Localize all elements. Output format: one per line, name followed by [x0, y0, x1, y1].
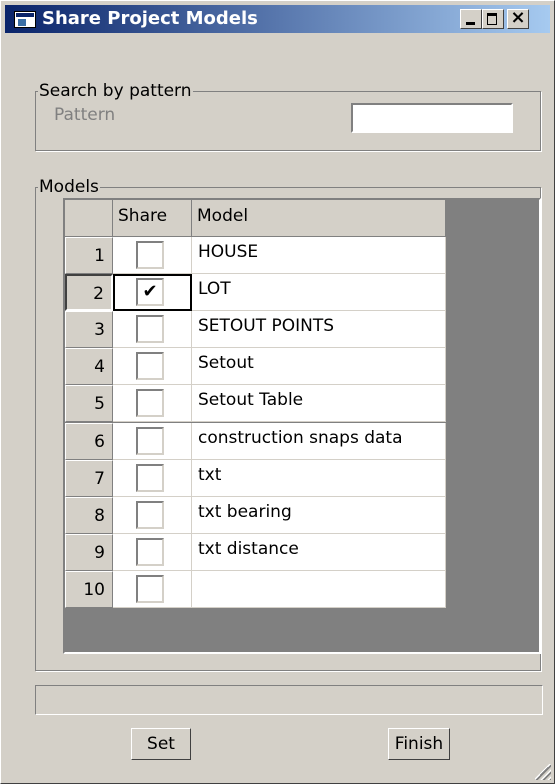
share-checkbox[interactable] — [136, 464, 164, 492]
pattern-input[interactable] — [351, 103, 513, 133]
share-checkbox[interactable] — [136, 352, 164, 380]
model-cell[interactable]: SETOUT POINTS — [192, 311, 446, 348]
model-cell[interactable]: Setout Table — [192, 385, 446, 422]
close-button[interactable]: × — [507, 7, 529, 29]
app-window-icon — [14, 11, 36, 28]
model-cell[interactable]: LOT — [192, 274, 446, 311]
window-title: Share Project Models — [42, 8, 258, 29]
share-cell[interactable] — [113, 497, 192, 534]
share-cell[interactable] — [113, 571, 192, 608]
model-cell[interactable]: txt distance — [192, 534, 446, 571]
share-checkbox[interactable] — [136, 501, 164, 529]
minimize-button[interactable] — [460, 9, 482, 29]
row-number[interactable]: 8 — [65, 497, 113, 534]
maximize-button[interactable] — [482, 9, 504, 29]
share-checkbox[interactable]: ✔ — [136, 278, 164, 306]
share-cell[interactable] — [113, 385, 192, 422]
share-cell[interactable]: ✔ — [113, 274, 192, 311]
models-group-label: Models — [39, 177, 99, 197]
share-cell[interactable] — [113, 423, 192, 460]
title-bar[interactable]: Share Project Models × — [5, 5, 550, 33]
share-cell[interactable] — [113, 311, 192, 348]
share-checkbox[interactable] — [136, 241, 164, 269]
share-cell[interactable] — [113, 460, 192, 497]
model-cell[interactable]: Setout — [192, 348, 446, 385]
row-number[interactable]: 1 — [65, 237, 113, 274]
row-number[interactable]: 9 — [65, 534, 113, 571]
row-number[interactable]: 7 — [65, 460, 113, 497]
row-number[interactable]: 4 — [65, 348, 113, 385]
row-number[interactable]: 10 — [65, 571, 113, 608]
row-number[interactable]: 3 — [65, 311, 113, 348]
share-cell[interactable] — [113, 534, 192, 571]
model-cell[interactable]: construction snaps data — [192, 423, 446, 460]
grid-corner-header[interactable] — [65, 200, 113, 237]
model-cell[interactable] — [192, 571, 446, 608]
model-column-header[interactable]: Model — [192, 200, 446, 237]
share-checkbox[interactable] — [136, 389, 164, 417]
row-number[interactable]: 2 — [65, 274, 113, 311]
close-icon: × — [510, 7, 526, 28]
share-cell[interactable] — [113, 348, 192, 385]
share-cell[interactable] — [113, 237, 192, 274]
row-number[interactable]: 6 — [65, 423, 113, 460]
row-number[interactable]: 5 — [65, 385, 113, 422]
model-cell[interactable]: HOUSE — [192, 237, 446, 274]
share-project-models-window: Share Project Models × Search by pattern… — [0, 0, 555, 784]
pattern-label: Pattern — [54, 105, 116, 125]
set-button[interactable]: Set — [131, 728, 191, 760]
finish-button[interactable]: Finish — [388, 728, 450, 760]
search-group-label: Search by pattern — [39, 81, 192, 101]
model-cell[interactable]: txt bearing — [192, 497, 446, 534]
share-checkbox[interactable] — [136, 427, 164, 455]
share-checkbox[interactable] — [136, 315, 164, 343]
share-checkbox[interactable] — [136, 575, 164, 603]
model-cell[interactable]: txt — [192, 460, 446, 497]
share-checkbox[interactable] — [136, 538, 164, 566]
resize-grip-icon[interactable] — [535, 764, 551, 780]
share-column-header[interactable]: Share — [113, 200, 192, 237]
checkmark-icon: ✔ — [142, 281, 158, 302]
status-bar — [35, 685, 543, 715]
